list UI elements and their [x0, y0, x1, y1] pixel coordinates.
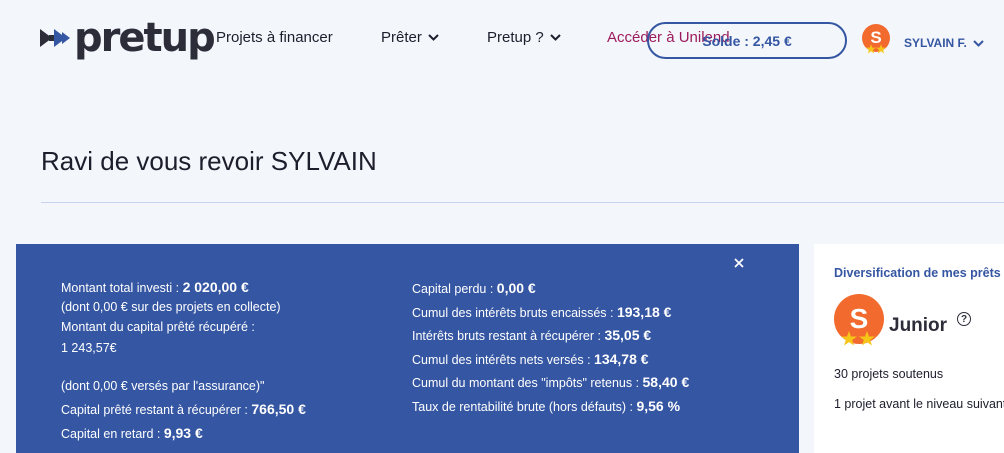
stat-label: Capital en retard : — [61, 426, 164, 441]
nav-projects-label: Projets à financer — [216, 29, 333, 46]
stat-value: 9,56 % — [636, 397, 681, 414]
stat-value: 0,00 € — [496, 280, 536, 296]
stats-left-column: Montant total investi : 2 020,00 € (dont… — [61, 277, 401, 445]
stat-label: Cumul du montant des "impôts" retenus : — [412, 376, 643, 390]
help-glyph: ? — [960, 313, 968, 325]
stat-yield: Taux de rentabilité brute (hors défauts)… — [412, 395, 792, 419]
stat-insurance-note: (dont 0,00 € versés par l'assurance)" — [61, 375, 401, 399]
stat-remaining-capital: Capital prêté restant à récupérer : 766,… — [61, 398, 401, 422]
diversification-card: Diversification de mes prêts S Junior ? … — [814, 244, 1004, 453]
stat-gross-interest: Cumul des intérêts bruts encaissés : 193… — [412, 301, 792, 325]
stat-label: Capital perdu : — [412, 282, 497, 296]
logo-text: pretup — [74, 15, 216, 61]
balance-label: Solde : 2,45 € — [702, 32, 792, 49]
close-icon[interactable] — [732, 256, 746, 270]
top-navigation: pretup Projets à financer Prêter Pretup … — [0, 0, 1004, 80]
portfolio-stats-panel: Montant total investi : 2 020,00 € (dont… — [16, 244, 799, 453]
stats-right-column: Capital perdu : 0,00 € Cumul des intérêt… — [412, 277, 792, 418]
stat-label: Cumul des intérêts bruts encaissés : — [412, 305, 617, 320]
stat-capital-lost: Capital perdu : 0,00 € — [412, 277, 792, 301]
stat-value: 766,50 € — [251, 401, 306, 417]
chevron-down-icon — [428, 34, 439, 41]
stat-label: Montant du capital prêté récupéré : — [61, 320, 255, 334]
stat-collect-note: (dont 0,00 € sur des projets en collecte… — [61, 297, 401, 317]
stat-value: 9,93 € — [163, 424, 203, 441]
stat-capital-recovered-value: 1 243,57€ — [61, 337, 401, 361]
stat-value: 134,78 € — [594, 350, 649, 367]
pretup-arrows-icon — [40, 29, 70, 47]
next-level-info: 1 projet avant le niveau suivant — [834, 397, 1004, 411]
page-title: Ravi de vous revoir SYLVAIN — [41, 146, 377, 176]
stat-label: Montant total investi : — [61, 281, 183, 295]
stat-gross-remaining: Intérêts bruts restant à récupérer : 35,… — [412, 324, 792, 348]
diversification-title: Diversification de mes prêts — [834, 266, 1001, 280]
stat-value: 58,40 € — [642, 374, 690, 390]
stat-taxes: Cumul du montant des "impôts" retenus : … — [412, 371, 792, 395]
projects-supported: 30 projets soutenus — [834, 367, 944, 381]
nav-pretup-dropdown[interactable]: Pretup ? — [487, 29, 561, 46]
stat-late-capital: Capital en retard : 9,93 € — [61, 422, 401, 446]
stat-label: Capital prêté restant à récupérer : — [61, 403, 252, 417]
stat-value: 35,05 € — [604, 327, 652, 343]
chevron-down-icon — [550, 34, 561, 41]
user-name-label: SYLVAIN F. — [904, 36, 967, 50]
help-icon[interactable]: ? — [957, 312, 971, 326]
stat-value: 2 020,00 € — [182, 279, 249, 295]
pretup-logo[interactable]: pretup — [40, 15, 216, 61]
stat-capital-recovered: Montant du capital prêté récupéré : — [61, 317, 401, 337]
user-menu-dropdown[interactable]: SYLVAIN F. — [904, 36, 984, 50]
chevron-down-icon — [973, 39, 984, 47]
stat-label: Intérêts bruts restant à récupérer : — [412, 329, 605, 343]
balance-button[interactable]: Solde : 2,45 € — [647, 22, 847, 59]
stat-value: 193,18 € — [616, 303, 672, 320]
nav-projects[interactable]: Projets à financer — [216, 29, 333, 46]
level-stars-icon — [866, 44, 886, 54]
stat-note: (dont 0,00 € sur des projets en collecte… — [61, 300, 281, 314]
stat-value: 1 243,57€ — [61, 341, 117, 355]
stat-label: Taux de rentabilité brute (hors défauts)… — [412, 399, 637, 414]
stat-label: Cumul des intérêts nets versés : — [412, 352, 595, 367]
stat-net-interest: Cumul des intérêts nets versés : 134,78 … — [412, 348, 792, 372]
stat-note: (dont 0,00 € versés par l'assurance)" — [61, 378, 265, 393]
level-stars-icon — [841, 331, 875, 346]
nav-pretup-label: Pretup ? — [487, 29, 544, 46]
nav-lend-dropdown[interactable]: Prêter — [381, 29, 439, 46]
divider — [41, 202, 1004, 203]
level-name: Junior — [889, 315, 948, 336]
nav-lend-label: Prêter — [381, 29, 422, 46]
stat-total-invested: Montant total investi : 2 020,00 € — [61, 277, 401, 297]
